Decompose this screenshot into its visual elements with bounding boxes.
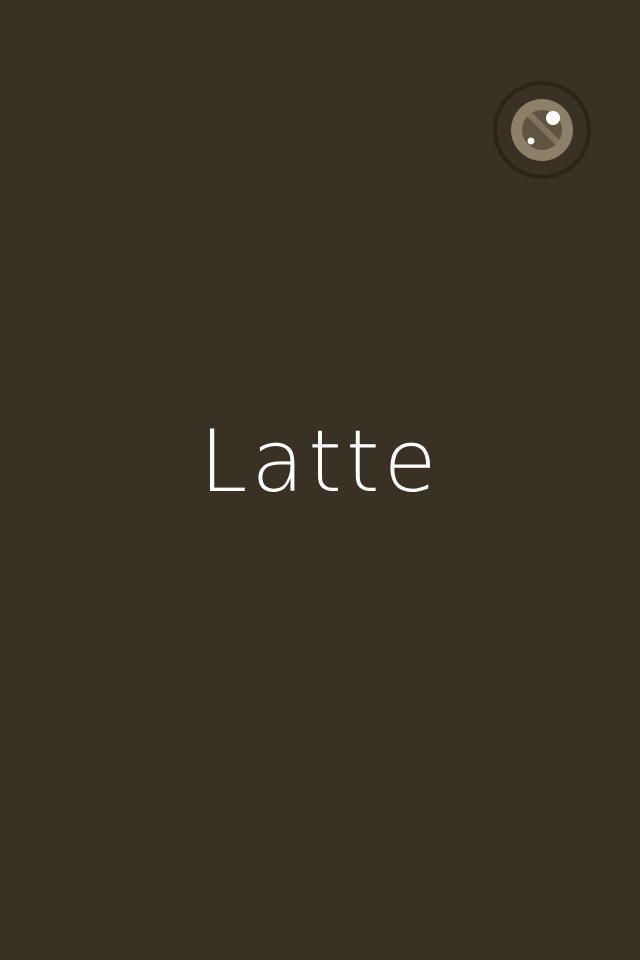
app-title: Latte xyxy=(199,412,441,512)
screen: Latte xyxy=(0,0,640,960)
camera-lens-button[interactable] xyxy=(491,79,593,181)
camera-lens-icon xyxy=(493,81,591,179)
